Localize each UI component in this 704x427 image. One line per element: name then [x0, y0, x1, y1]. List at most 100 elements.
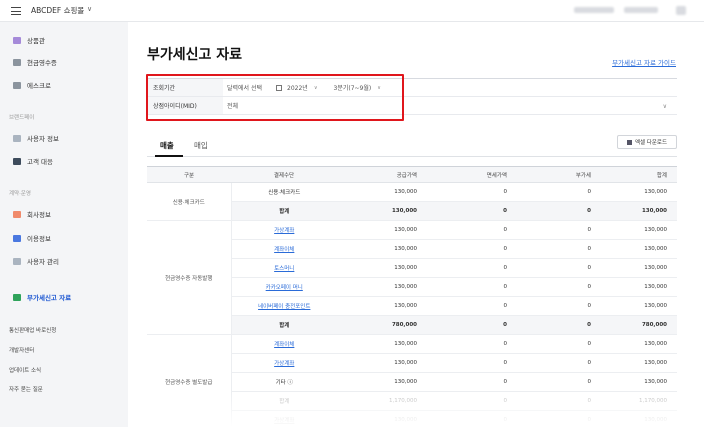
payment-method-label: 합계: [279, 209, 290, 215]
payment-method: 신용·체크카드: [231, 182, 337, 202]
cell-total: 130,000: [601, 258, 677, 278]
tab-bar: 매출 매입 엑셀 다운로드: [147, 135, 677, 157]
payment-method-label[interactable]: 토스머니: [274, 266, 294, 272]
cell-vat: 0: [517, 239, 601, 259]
payment-method-label[interactable]: 카카오페이 머니: [266, 285, 303, 291]
sidebar-item-label: 이용정보: [27, 235, 51, 243]
payment-method-link[interactable]: 계좌이체: [231, 334, 337, 354]
cell-vat: 0: [517, 315, 601, 335]
cell-exempt: 0: [427, 239, 517, 259]
payment-method-label: 기타 ⓘ: [275, 380, 293, 386]
highlight-box: [146, 74, 404, 121]
group-label: 현금영수증 자동발행: [147, 220, 232, 335]
cell-supply: 130,000: [337, 220, 427, 240]
cell-supply: 130,000: [337, 353, 427, 373]
cell-exempt: 0: [427, 315, 517, 335]
blurred-user-info: [574, 7, 614, 13]
tab-purchase[interactable]: 매입: [194, 140, 208, 151]
payment-method-label: 신용·체크카드: [268, 190, 301, 196]
sidebar-item-label: 에스크로: [27, 82, 51, 90]
payment-method-label[interactable]: 가상계좌: [274, 228, 294, 234]
excel-download-button[interactable]: 엑셀 다운로드: [617, 135, 677, 149]
cell-supply: 130,000: [337, 201, 427, 221]
tab-sales[interactable]: 매출: [160, 140, 174, 151]
payment-method-label[interactable]: 계좌이체: [274, 342, 294, 348]
shop-name[interactable]: ABCDEF 쇼핑몰: [31, 5, 84, 16]
sidebar-icon: [13, 234, 21, 242]
sidebar-item[interactable]: 사용자 관리: [13, 256, 59, 266]
table-header: 구분 결제수단 공급가액 면세가액 부가세 합계: [147, 166, 677, 183]
payment-method-label[interactable]: 네이버페이 충전포인트: [258, 304, 310, 310]
sidebar-item[interactable]: 사용자 정보: [13, 133, 59, 143]
payment-method-label[interactable]: 가상계좌: [274, 361, 294, 367]
excel-download-label: 엑셀 다운로드: [634, 140, 668, 146]
cell-total: 780,000: [601, 315, 677, 335]
payment-method-link[interactable]: 가상계좌: [231, 353, 337, 373]
cell-supply: 130,000: [337, 182, 427, 202]
sidebar-group-label: 계약·운영: [9, 191, 31, 197]
cell-vat: 0: [517, 220, 601, 240]
col-header: 면세가액: [427, 166, 517, 183]
payment-method-label: 합계: [279, 323, 290, 329]
excel-icon: [626, 139, 632, 145]
cell-vat: 0: [517, 201, 601, 221]
cell-total: 130,000: [601, 353, 677, 373]
cell-total: 130,000: [601, 220, 677, 240]
col-header: 공급가액: [337, 166, 427, 183]
chevron-down-icon[interactable]: ∨: [87, 5, 92, 13]
sidebar-item[interactable]: 고객 대응: [13, 156, 53, 166]
sidebar-item[interactable]: 부가세신고 자료: [13, 292, 71, 302]
payment-method-link[interactable]: 네이버페이 충전포인트: [231, 296, 337, 316]
sidebar-link[interactable]: 개발자센터: [9, 346, 34, 354]
cell-vat: 0: [517, 296, 601, 316]
cell-exempt: 0: [427, 372, 517, 392]
guide-link[interactable]: 부가세신고 자료 가이드: [612, 57, 676, 67]
col-header: 합계: [601, 166, 677, 183]
blurred-avatar: [676, 6, 686, 15]
cell-exempt: 0: [427, 353, 517, 373]
payment-method-link[interactable]: 계좌이체: [231, 239, 337, 259]
chevron-down-icon[interactable]: ∨: [663, 103, 667, 110]
sidebar-link[interactable]: 업데이트 소식: [9, 366, 41, 374]
cell-exempt: 0: [427, 277, 517, 297]
sidebar-item-label: 상품관: [27, 37, 45, 45]
cell-vat: 0: [517, 372, 601, 392]
sidebar-item[interactable]: 이용정보: [13, 233, 51, 243]
cell-supply: 130,000: [337, 277, 427, 297]
payment-method-label[interactable]: 계좌이체: [274, 247, 294, 253]
sidebar-item-label: 회사정보: [27, 211, 51, 219]
cell-total: 130,000: [601, 182, 677, 202]
scroll-fade: [128, 392, 704, 427]
payment-method-link[interactable]: 가상계좌: [231, 220, 337, 240]
sidebar-icon: [13, 157, 21, 165]
sidebar-icon: [13, 58, 21, 66]
cell-vat: 0: [517, 334, 601, 354]
payment-method-link[interactable]: 카카오페이 머니: [231, 277, 337, 297]
cell-total: 130,000: [601, 239, 677, 259]
cell-exempt: 0: [427, 258, 517, 278]
sidebar-icon: [13, 36, 21, 44]
sidebar-item[interactable]: 상품관: [13, 35, 45, 45]
page-title: 부가세신고 자료: [147, 47, 243, 63]
sidebar-item[interactable]: 현금영수증: [13, 57, 57, 67]
sidebar-item[interactable]: 회사정보: [13, 209, 51, 219]
cell-supply: 780,000: [337, 315, 427, 335]
vat-table: 구분 결제수단 공급가액 면세가액 부가세 합계 신용·체크카드 신용·체크카드 1…: [147, 166, 677, 427]
sidebar-item[interactable]: 에스크로: [13, 80, 51, 90]
table-row: 현금영수증 별도발급 계좌이체 130,000 0 0 130,000: [147, 334, 677, 427]
sidebar-icon: [13, 134, 21, 142]
sidebar-link[interactable]: 통신판매업 바로신청: [9, 326, 56, 334]
sidebar-item-label: 고객 대응: [27, 158, 53, 166]
main-content: 부가세신고 자료 부가세신고 자료 가이드 조회기간 달력에서 선택 2022년…: [128, 22, 704, 427]
sidebar-link[interactable]: 자주 묻는 질문: [9, 385, 43, 393]
group-label: 신용·체크카드: [147, 182, 232, 221]
menu-icon[interactable]: [11, 7, 21, 15]
cell-total: 130,000: [601, 334, 677, 354]
sidebar-icon: [13, 257, 21, 265]
payment-method-link[interactable]: 토스머니: [231, 258, 337, 278]
cell-exempt: 0: [427, 220, 517, 240]
payment-method: 합계: [231, 201, 337, 221]
sidebar: 상품관 현금영수증 에스크로 브랜드페이 사용자 정보 고객 대응 계약·운영 회사정보 이용정…: [0, 22, 128, 427]
sidebar-item-label: 사용자 정보: [27, 135, 59, 143]
cell-vat: 0: [517, 277, 601, 297]
